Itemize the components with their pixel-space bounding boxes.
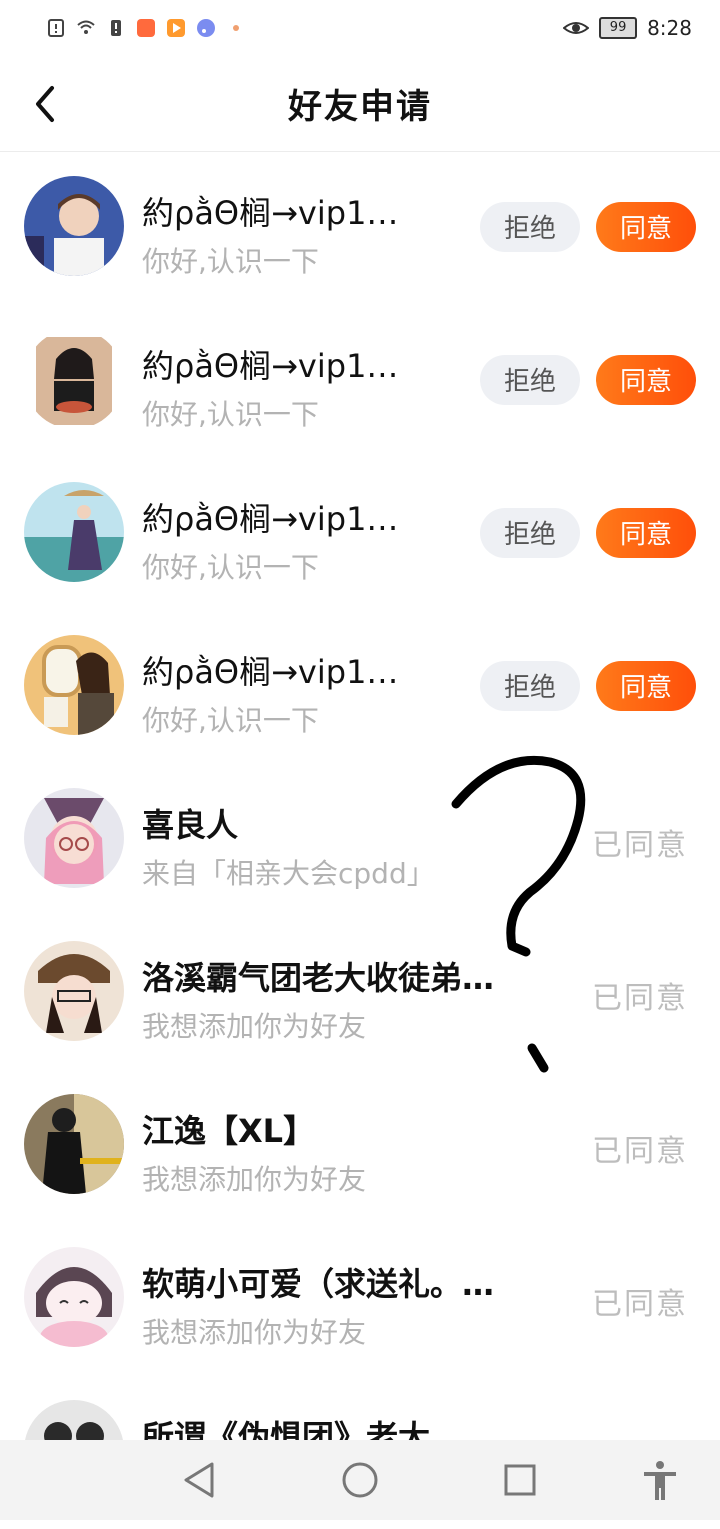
request-message: 我想添加你为好友 [142, 1010, 367, 1043]
friend-request-row[interactable]: 約ρằΘ榈→vip1… 你好,认识一下 拒绝 同意 [0, 611, 720, 764]
friend-request-row[interactable]: 江逸【XL】 我想添加你为好友 已同意 [0, 1070, 720, 1223]
accessibility-icon[interactable] [638, 1458, 682, 1502]
requester-name: 約ρằΘ榈→vip1… [142, 194, 399, 232]
requester-name: 洛溪霸气团老大收徒弟… [142, 959, 495, 997]
notification-alert-icon [111, 20, 121, 36]
agree-button[interactable]: 同意 [596, 355, 696, 405]
avatar[interactable] [24, 1094, 124, 1194]
page-title: 好友申请 [288, 87, 432, 127]
friend-request-row[interactable]: 软萌小可爱（求送礼。… 我想添加你为好友 已同意 [0, 1223, 720, 1376]
battery-indicator: 99 [599, 17, 638, 39]
request-message: 你好,认识一下 [142, 551, 319, 584]
friend-request-row[interactable]: 約ρằΘ榈→vip1… 你好,认识一下 拒绝 同意 [0, 152, 720, 305]
agreed-status: 已同意 [592, 981, 688, 1016]
agree-button[interactable]: 同意 [596, 508, 696, 558]
reject-button[interactable]: 拒绝 [480, 355, 580, 405]
requester-name: 約ρằΘ榈→vip1… [142, 500, 399, 538]
avatar[interactable] [24, 176, 124, 276]
agree-button[interactable]: 同意 [596, 661, 696, 711]
request-message: 你好,认识一下 [142, 245, 319, 278]
reject-button[interactable]: 拒绝 [480, 508, 580, 558]
back-arrow-icon[interactable] [26, 82, 66, 126]
agreed-status: 已同意 [592, 828, 688, 863]
friend-request-row[interactable]: 約ρằΘ榈→vip1… 你好,认识一下 拒绝 同意 [0, 305, 720, 458]
requester-name: 软萌小可爱（求送礼。… [142, 1265, 495, 1303]
friend-request-list: 約ρằΘ榈→vip1… 你好,认识一下 拒绝 同意 約ρằΘ榈→vip1… 你好… [0, 152, 720, 1529]
nav-home-icon[interactable] [338, 1458, 382, 1502]
nav-recents-icon[interactable] [498, 1458, 542, 1502]
avatar[interactable] [24, 482, 124, 582]
app-notification-icon [137, 19, 155, 37]
status-bar: 99 8:28 [0, 0, 720, 56]
requester-name: 約ρằΘ榈→vip1… [142, 653, 399, 691]
reject-button[interactable]: 拒绝 [480, 661, 580, 711]
requester-name: 江逸【XL】 [142, 1112, 316, 1150]
clock: 8:28 [647, 16, 692, 40]
status-icons-right: 99 8:28 [563, 16, 692, 40]
avatar[interactable] [24, 1247, 124, 1347]
agreed-status: 已同意 [592, 1134, 688, 1169]
agreed-status: 已同意 [592, 1287, 688, 1322]
request-message: 你好,认识一下 [142, 704, 319, 737]
reject-button[interactable]: 拒绝 [480, 202, 580, 252]
friend-request-row[interactable]: 約ρằΘ榈→vip1… 你好,认识一下 拒绝 同意 [0, 458, 720, 611]
request-message: 来自「相亲大会cpdd」 [142, 857, 435, 890]
friend-request-row[interactable]: 洛溪霸气团老大收徒弟… 我想添加你为好友 已同意 [0, 917, 720, 1070]
request-message: 我想添加你为好友 [142, 1163, 367, 1196]
requester-name: 約ρằΘ榈→vip1… [142, 347, 399, 385]
video-app-icon [167, 19, 185, 37]
avatar[interactable] [24, 788, 124, 888]
eye-comfort-icon [563, 22, 590, 34]
header: 好友申请 [0, 56, 720, 152]
avatar[interactable] [24, 635, 124, 735]
avatar[interactable] [24, 941, 124, 1041]
avatar[interactable] [24, 329, 124, 429]
system-navigation-bar [0, 1440, 720, 1520]
friend-request-row[interactable]: 喜良人 来自「相亲大会cpdd」 已同意 [0, 764, 720, 917]
agree-button[interactable]: 同意 [596, 202, 696, 252]
status-icons-left [46, 18, 246, 38]
request-message: 我想添加你为好友 [142, 1316, 367, 1349]
request-message: 你好,认识一下 [142, 398, 319, 431]
dot-notification-icon [233, 25, 239, 31]
music-app-icon [197, 19, 215, 37]
sim-alert-icon [48, 19, 64, 37]
wifi-icon [77, 20, 95, 34]
nav-back-icon[interactable] [178, 1458, 222, 1502]
requester-name: 喜良人 [142, 806, 239, 844]
